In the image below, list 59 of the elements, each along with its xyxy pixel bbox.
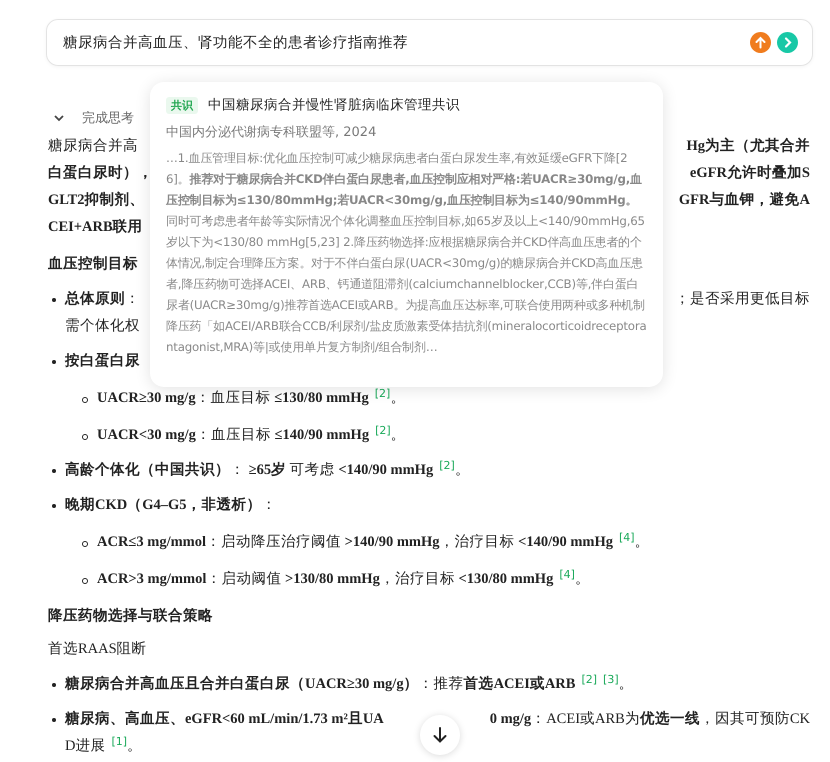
body-text: 首选RAAS阻断 xyxy=(48,640,147,659)
body-text: ACR≤3 mg/mmol：启动降压治疗阈值 >140/90 mmHg，治疗目标 <140/90 mmHg xyxy=(97,532,614,552)
query-field[interactable]: 糖尿病合并高血压、肾功能不全的患者诊疗指南推荐 xyxy=(46,19,813,66)
body-text: CEI+ARB联用 xyxy=(48,218,143,237)
body-text: 糖尿病合并高血压且合并白蛋白尿（UACR≥30 mg/g）：推荐首选ACEI或ARB xyxy=(65,674,576,694)
punctuation: 。 xyxy=(574,570,590,589)
bullet-icon xyxy=(52,360,56,364)
bullet-icon xyxy=(52,718,56,722)
body-text: GFR与血钾，避免A xyxy=(678,190,810,210)
source-title[interactable]: 中国糖尿病合并慢性肾脏病临床管理共识 xyxy=(208,96,460,114)
citation-link[interactable]: [1] xyxy=(111,736,128,747)
citation-link[interactable]: [2] xyxy=(581,674,598,685)
punctuation: 。 xyxy=(390,389,406,408)
body-text: 糖尿病、高血压、eGFR<60 mL/min/1.73 m²且UA xyxy=(65,710,384,729)
arrow-down-icon xyxy=(431,726,449,744)
body-text: 高龄个体化（中国共识）： ≥65岁 可考虑 <140/90 mmHg xyxy=(65,460,434,480)
citation-link[interactable]: [4] xyxy=(619,532,635,543)
body-text: 糖尿病合并高 xyxy=(48,136,138,156)
body-text: 需个体化权 xyxy=(65,317,140,336)
body-text: 按白蛋白尿 xyxy=(65,352,140,371)
source-meta: 中国内分泌代谢病专科联盟等, 2024 xyxy=(166,124,378,141)
section-heading: 血压控制目标 xyxy=(48,254,138,274)
body-text: D进展 xyxy=(65,737,106,756)
thinking-toggle[interactable]: 完成思考 xyxy=(82,109,134,127)
bullet-icon xyxy=(52,298,56,302)
bullet-icon xyxy=(52,469,56,473)
citation-link[interactable]: [3] xyxy=(603,674,619,685)
source-tag: 共识 xyxy=(166,96,198,114)
section-heading: 降压药物选择与联合策略 xyxy=(48,606,213,626)
query-text: 糖尿病合并高血压、肾功能不全的患者诊疗指南推荐 xyxy=(63,34,409,52)
citation-link[interactable]: [2] xyxy=(375,425,391,436)
bullet-icon xyxy=(82,578,88,584)
body-text: ACR>3 mg/mmol：启动阈值 >130/80 mmHg，治疗目标 <130/80 mmHg xyxy=(97,570,554,589)
bullet-icon xyxy=(82,541,88,547)
bullet-icon xyxy=(52,683,56,687)
body-text: UACR≥30 mg/g：血压目标 ≤130/80 mmHg xyxy=(97,389,369,408)
body-text: 白蛋白尿时）， xyxy=(48,164,153,183)
body-text: ；是否采用更低目标 xyxy=(675,290,810,309)
bullet-icon xyxy=(52,504,56,508)
bullet-icon xyxy=(82,434,88,440)
scroll-down-button[interactable] xyxy=(420,715,460,755)
body-text: 晚期CKD（G4–G5，非透析）： xyxy=(65,496,277,515)
punctuation: 。 xyxy=(618,675,634,694)
punctuation: 。 xyxy=(454,461,470,480)
punctuation: 。 xyxy=(390,426,406,445)
citation-link[interactable]: [2] xyxy=(439,460,455,471)
citation-link[interactable]: [4] xyxy=(559,569,575,580)
body-text: 0 mg/g：ACEI或ARB为优选一线，因其可预防CK xyxy=(490,710,810,729)
body-text: eGFR允许时叠加S xyxy=(690,164,810,183)
body-text: UACR<30 mg/g：血压目标 ≤140/90 mmHg xyxy=(97,426,370,445)
body-text: Hg为主（尤其合并 xyxy=(686,136,810,156)
bullet-icon xyxy=(82,397,88,403)
body-text: 总体原则： xyxy=(65,290,140,309)
citation-link[interactable]: [2] xyxy=(374,388,390,399)
punctuation: 。 xyxy=(634,533,650,552)
upload-icon[interactable] xyxy=(750,32,771,53)
body-text: GLT2抑制剂、 xyxy=(48,190,145,210)
excerpt-text: …1.血压管理目标:优化血压控制可减少糖尿病患者白蛋白尿发生率,有效延缓eGFR下降[26]。推荐对于糖尿病合并CKD伴白蛋白尿患者,血压控制应相对严格:若UACR≥30mg/g,血压控制目标为≤130/80mmHg;若UACR<30mg/g,血压控制目标为≤140/90mmHg。同时可考虑患者年龄等实际情况个体化调整血压控制目标,如65岁及以上<140/90mmHg,65岁以下为<130/80 mmHg[5,23] 2.降压药物选择:应根据糖尿病合并CKD伴高血压患者的个体情况,制定合理降压方案。对于不伴白蛋白尿(UACR<30mg/g)的糖尿病合并CKD高血压患者,降压药物可选择ACEI、ARB、钙通道阻滞剂(calciumchannelblocker,CCB)等,伴白蛋白尿者(UACR≥30mg/g)推荐首选ACEI或ARB。为提高血压达标率,可联合使用两种或多种机制降压药「如ACEI/ARB联合CCB/利尿剂/盐皮质激素受体拮抗剂(mineralocorticoidreceptorantagonist,MRA)等|或使用单片复方制剂/组合制剂… xyxy=(166,150,647,356)
punctuation: 。 xyxy=(127,737,142,756)
